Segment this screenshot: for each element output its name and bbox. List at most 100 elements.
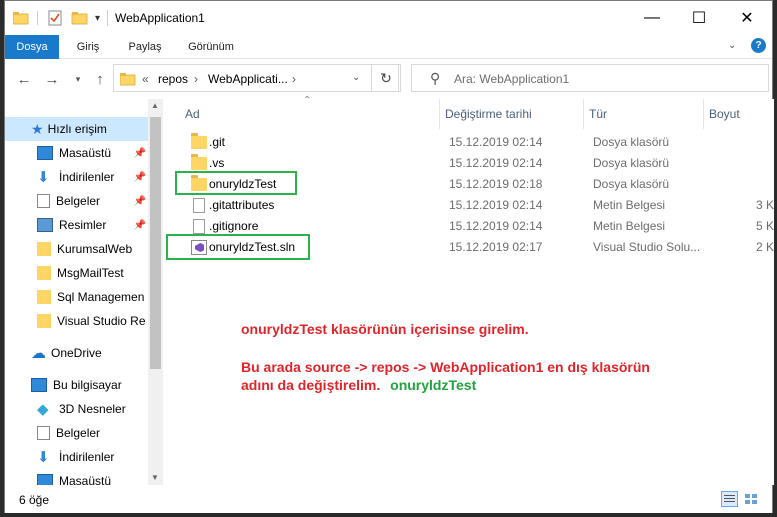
download-icon: ⬇ (37, 169, 50, 186)
column-divider[interactable] (583, 99, 584, 129)
ribbon-tabs: Dosya Giriş Paylaş Görünüm ⌄ ? (5, 35, 772, 59)
file-name: .git (209, 135, 226, 149)
item-count: 6 öğe (19, 493, 50, 507)
pin-icon[interactable]: 📌 (134, 196, 146, 207)
sidebar-item-visual-studio[interactable]: Visual Studio Re (5, 309, 148, 333)
breadcrumb-separator[interactable]: › (194, 72, 198, 86)
file-type: Dosya klasörü (593, 177, 670, 191)
column-divider[interactable] (703, 99, 704, 129)
sidebar-item-label: Sql Managemen (57, 290, 145, 304)
breadcrumb-separator[interactable]: › (292, 72, 296, 86)
file-size: 3 K (756, 198, 775, 212)
column-header-size[interactable]: Boyut (709, 107, 740, 121)
file-date: 15.12.2019 02:14 (449, 219, 543, 233)
file-name: .vs (209, 156, 225, 170)
annotation-folder-name: onuryldzTest (390, 377, 477, 393)
search-placeholder: Ara: WebApplication1 (454, 72, 570, 86)
sidebar-scrollbar[interactable]: ▲ ▼ (148, 99, 163, 485)
sidebar-item-downloads[interactable]: ⬇ İndirilenler 📌 (5, 165, 148, 189)
address-bar[interactable]: « repos › WebApplicati... › ⌄ (113, 64, 399, 92)
sidebar-item-3d-objects[interactable]: ◆ 3D Nesneler (5, 397, 148, 421)
file-name: .gitattributes (209, 198, 275, 212)
sidebar-item-label: KurumsalWeb (57, 242, 133, 256)
file-list: ⌃ Ad Değiştirme tarihi Tür Boyut .git 15… (163, 95, 777, 485)
folder-icon[interactable] (13, 11, 29, 25)
file-row[interactable]: .gitattributes 15.12.2019 02:14 Metin Be… (183, 195, 777, 216)
scroll-down-icon[interactable]: ▼ (151, 473, 159, 482)
sidebar-item-pictures[interactable]: Resimler 📌 (5, 213, 148, 237)
title-bar: ▾ WebApplication1 — ☐ ✕ (5, 1, 772, 35)
column-header-date[interactable]: Değiştirme tarihi (445, 107, 532, 121)
scrollbar-thumb[interactable] (150, 117, 161, 369)
properties-icon[interactable] (47, 10, 63, 26)
toolbar-divider (37, 11, 47, 25)
search-icon: ⚲ (430, 70, 441, 86)
sidebar-item-downloads-pc[interactable]: ⬇ İndirilenler (5, 445, 148, 469)
sidebar-item-sql-management[interactable]: Sql Managemen (5, 285, 148, 309)
text-file-icon (193, 198, 205, 213)
navigation-bar: ← → ▾ ↑ « repos › WebApplicati... › ⌄ ↻ … (5, 59, 772, 99)
folder-icon (37, 314, 51, 328)
search-box[interactable]: ⚲ Ara: WebApplication1 (411, 64, 769, 92)
file-row[interactable]: .git 15.12.2019 02:14 Dosya klasörü (183, 132, 777, 153)
minimize-button[interactable]: — (629, 1, 675, 35)
sidebar-item-quick-access[interactable]: ★ Hızlı erişim (5, 117, 148, 141)
sidebar-item-onedrive[interactable]: ☁ OneDrive (5, 341, 148, 365)
breadcrumb-overflow[interactable]: « (142, 72, 149, 86)
large-icons-view-icon[interactable] (743, 491, 760, 507)
folder-icon (37, 290, 51, 304)
sidebar-item-label: Visual Studio Re (57, 314, 146, 328)
sidebar-item-kurumsalweb[interactable]: KurumsalWeb (5, 237, 148, 261)
pin-icon[interactable]: 📌 (134, 220, 146, 231)
tab-dosya[interactable]: Dosya (5, 35, 59, 59)
forward-arrow-icon[interactable]: → (41, 68, 63, 90)
title-divider (107, 10, 108, 26)
annotation-line-3-text: adını da değiştirelim. (241, 377, 381, 393)
tab-giris[interactable]: Giriş (63, 35, 113, 59)
new-folder-icon[interactable] (71, 11, 89, 25)
refresh-icon[interactable]: ↻ (371, 64, 401, 92)
sidebar-item-documents-pc[interactable]: Belgeler (5, 421, 148, 445)
breadcrumb-repos[interactable]: repos (158, 72, 188, 86)
sidebar-item-msgmailtest[interactable]: MsgMailTest (5, 261, 148, 285)
sidebar-item-desktop[interactable]: Masaüstü 📌 (5, 141, 148, 165)
file-size: 2 K (756, 240, 775, 254)
star-icon: ★ (31, 120, 44, 137)
documents-icon (37, 194, 50, 208)
tab-paylas[interactable]: Paylaş (119, 35, 171, 59)
expand-ribbon-icon[interactable]: ⌄ (728, 40, 736, 51)
pin-icon[interactable]: 📌 (134, 172, 146, 183)
sidebar-item-label: İndirilenler (59, 170, 115, 184)
3d-objects-icon: ◆ (37, 401, 49, 418)
quick-access-toolbar: ▾ (13, 9, 100, 27)
close-button[interactable]: ✕ (724, 1, 770, 35)
pictures-icon (37, 218, 53, 232)
tab-gorunum[interactable]: Görünüm (181, 35, 241, 59)
up-arrow-icon[interactable]: ↑ (89, 68, 111, 90)
text-file-icon (193, 219, 205, 234)
column-header-type[interactable]: Tür (589, 107, 607, 121)
recent-locations-icon[interactable]: ▾ (67, 68, 89, 90)
annotation-line-1: onuryldzTest klasörünün içerisinse girel… (241, 321, 529, 337)
sidebar-item-label: Masaüstü (59, 146, 112, 160)
scroll-up-icon[interactable]: ▲ (151, 101, 159, 110)
back-arrow-icon[interactable]: ← (13, 68, 35, 90)
folder-icon (191, 133, 207, 149)
customize-toolbar-icon[interactable]: ▾ (95, 13, 100, 24)
breadcrumb-webapplication[interactable]: WebApplicati... (208, 72, 288, 86)
cloud-icon: ☁ (31, 345, 46, 362)
column-header-name[interactable]: Ad (185, 107, 200, 121)
maximize-button[interactable]: ☐ (676, 1, 722, 35)
navigation-pane: ★ Hızlı erişim Masaüstü 📌 ⬇ İndirilenler… (5, 99, 163, 488)
details-view-icon[interactable] (721, 491, 738, 507)
column-divider[interactable] (439, 99, 440, 129)
file-date: 15.12.2019 02:18 (449, 177, 543, 191)
sort-ascending-icon: ⌃ (303, 95, 312, 106)
sidebar-item-this-pc[interactable]: Bu bilgisayar (5, 373, 148, 397)
sidebar-item-label: Belgeler (56, 194, 101, 208)
address-dropdown-icon[interactable]: ⌄ (352, 72, 360, 83)
sidebar-item-documents[interactable]: Belgeler 📌 (5, 189, 148, 213)
explorer-window: ▾ WebApplication1 — ☐ ✕ Dosya Giriş Payl… (4, 0, 777, 513)
pin-icon[interactable]: 📌 (134, 148, 146, 159)
help-icon[interactable]: ? (751, 38, 766, 53)
